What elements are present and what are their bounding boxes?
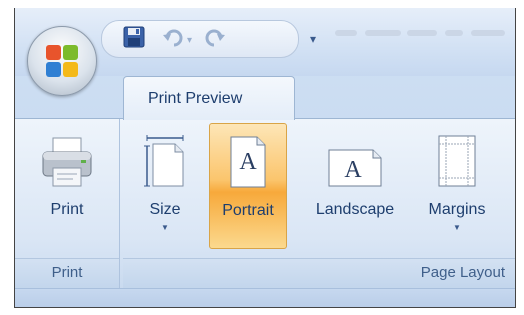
group-label-page-layout: Page Layout	[123, 258, 515, 289]
page-size-icon	[143, 134, 187, 193]
print-button-label: Print	[50, 201, 84, 218]
group-page-layout: Size ▼ A Portrait A Landscape Margins ▼ …	[123, 119, 515, 289]
office-logo-icon	[45, 44, 79, 78]
margins-button[interactable]: Margins ▼	[419, 123, 495, 249]
ribbon: Print Print Size ▼ A Portrait A Landscap…	[15, 118, 515, 289]
redo-icon[interactable]	[205, 26, 227, 52]
landscape-button[interactable]: A Landscape	[301, 123, 409, 249]
printer-icon	[40, 136, 94, 193]
undo-icon[interactable]	[161, 26, 183, 52]
margins-button-label: Margins	[428, 201, 486, 218]
size-button-label: Size	[149, 201, 181, 218]
app-window: ▾ ▾ Print Preview Print Print Size ▼ A P…	[14, 8, 516, 308]
margins-icon	[437, 134, 477, 193]
save-icon[interactable]	[123, 26, 145, 52]
undo-dropdown-icon[interactable]: ▾	[187, 35, 192, 46]
portrait-button-label: Portrait	[222, 202, 274, 219]
margins-dropdown-icon: ▼	[453, 223, 461, 232]
size-button[interactable]: Size ▼	[135, 123, 195, 249]
portrait-button[interactable]: A Portrait	[209, 123, 287, 249]
office-button[interactable]	[27, 26, 97, 96]
landscape-icon: A	[327, 148, 383, 193]
landscape-button-label: Landscape	[315, 201, 395, 218]
portrait-icon: A	[229, 135, 267, 194]
size-dropdown-icon: ▼	[161, 223, 169, 232]
ribbon-bottom-edge	[15, 288, 515, 307]
group-label-print: Print	[15, 258, 119, 289]
tab-print-preview[interactable]: Print Preview	[123, 76, 295, 120]
svg-text:A: A	[239, 149, 257, 175]
group-print: Print Print	[15, 119, 120, 289]
svg-text:A: A	[344, 157, 362, 183]
print-button[interactable]: Print	[29, 123, 105, 249]
customize-dropdown-icon[interactable]: ▾	[310, 32, 316, 46]
